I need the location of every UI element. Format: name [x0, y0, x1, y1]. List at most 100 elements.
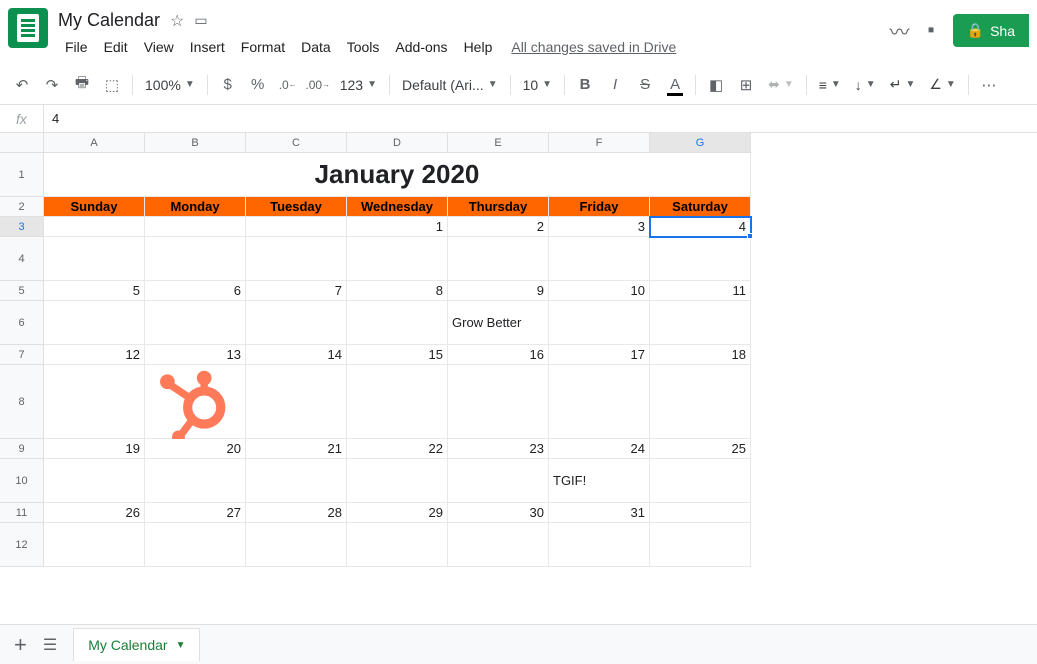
paint-format-button[interactable]: ⬚	[98, 71, 126, 99]
cell[interactable]	[44, 301, 145, 345]
date-cell[interactable]: 25	[650, 439, 751, 459]
date-cell[interactable]: 23	[448, 439, 549, 459]
date-cell[interactable]: 9	[448, 281, 549, 301]
menu-format[interactable]: Format	[234, 35, 292, 59]
date-cell[interactable]: 20	[145, 439, 246, 459]
undo-button[interactable]: ↶	[8, 71, 36, 99]
cell[interactable]	[44, 237, 145, 281]
row-header-5[interactable]: 5	[0, 281, 44, 301]
date-cell[interactable]: 22	[347, 439, 448, 459]
font-select[interactable]: Default (Ari...▼	[396, 71, 504, 99]
doc-title[interactable]: My Calendar	[58, 10, 160, 31]
date-cell[interactable]: 31	[549, 503, 650, 523]
add-sheet-button[interactable]: +	[14, 632, 27, 658]
date-cell[interactable]: 18	[650, 345, 751, 365]
more-button[interactable]: ⋯	[975, 71, 1003, 99]
redo-button[interactable]: ↷	[38, 71, 66, 99]
strikethrough-button[interactable]: S	[631, 71, 659, 99]
date-cell[interactable]: 27	[145, 503, 246, 523]
cell[interactable]	[44, 459, 145, 503]
date-cell[interactable]: 28	[246, 503, 347, 523]
cell[interactable]	[347, 459, 448, 503]
date-cell[interactable]	[44, 217, 145, 237]
cell[interactable]	[347, 237, 448, 281]
col-header-F[interactable]: F	[549, 133, 650, 153]
sheet-tab-active[interactable]: My Calendar ▼	[73, 628, 200, 661]
cell[interactable]	[246, 301, 347, 345]
day-header[interactable]: Thursday	[448, 197, 549, 217]
date-cell[interactable]: 8	[347, 281, 448, 301]
row-header-12[interactable]: 12	[0, 523, 44, 567]
date-cell[interactable]: 1	[347, 217, 448, 237]
cell[interactable]	[347, 523, 448, 567]
menu-edit[interactable]: Edit	[97, 35, 135, 59]
date-cell[interactable]: 26	[44, 503, 145, 523]
date-cell[interactable]	[246, 217, 347, 237]
v-align-button[interactable]: ↓▼	[849, 71, 882, 99]
row-header-7[interactable]: 7	[0, 345, 44, 365]
wrap-button[interactable]: ↵▼	[884, 71, 922, 99]
date-cell[interactable]: 3	[549, 217, 650, 237]
formula-input[interactable]: 4	[44, 111, 1037, 126]
cell[interactable]	[246, 365, 347, 439]
row-header-4[interactable]: 4	[0, 237, 44, 281]
cell[interactable]	[145, 459, 246, 503]
cell[interactable]	[549, 301, 650, 345]
col-header-A[interactable]: A	[44, 133, 145, 153]
star-icon[interactable]: ☆	[170, 11, 184, 31]
rotate-button[interactable]: ∠▼	[923, 71, 961, 99]
cell[interactable]	[145, 523, 246, 567]
date-cell[interactable]: 14	[246, 345, 347, 365]
cell[interactable]	[246, 237, 347, 281]
text-color-button[interactable]: A	[661, 71, 689, 99]
cell[interactable]	[549, 237, 650, 281]
date-cell[interactable]	[145, 217, 246, 237]
date-cell[interactable]: 29	[347, 503, 448, 523]
move-icon[interactable]: ▭	[194, 12, 207, 29]
cell[interactable]	[650, 523, 751, 567]
cell[interactable]	[145, 301, 246, 345]
col-header-D[interactable]: D	[347, 133, 448, 153]
date-cell[interactable]: 12	[44, 345, 145, 365]
day-header[interactable]: Wednesday	[347, 197, 448, 217]
row-header-1[interactable]: 1	[0, 153, 44, 197]
cell[interactable]	[448, 523, 549, 567]
cell[interactable]	[549, 523, 650, 567]
menu-data[interactable]: Data	[294, 35, 338, 59]
format-percent-button[interactable]: %	[244, 71, 272, 99]
day-header[interactable]: Tuesday	[246, 197, 347, 217]
day-header[interactable]: Saturday	[650, 197, 751, 217]
sheets-logo[interactable]	[8, 8, 48, 48]
cell[interactable]	[650, 301, 751, 345]
date-cell[interactable]: 6	[145, 281, 246, 301]
col-header-E[interactable]: E	[448, 133, 549, 153]
row-header-10[interactable]: 10	[0, 459, 44, 503]
comments-icon[interactable]: ▪	[928, 19, 935, 42]
row-header-3[interactable]: 3	[0, 217, 44, 237]
date-cell[interactable]: 19	[44, 439, 145, 459]
calendar-title[interactable]: January 2020	[44, 153, 751, 197]
zoom-select[interactable]: 100%▼	[139, 71, 201, 99]
date-cell[interactable]: 30	[448, 503, 549, 523]
menu-view[interactable]: View	[137, 35, 181, 59]
date-cell[interactable]: 16	[448, 345, 549, 365]
share-button[interactable]: 🔒 Sha	[953, 14, 1029, 47]
row-header-8[interactable]: 8	[0, 365, 44, 439]
fill-color-button[interactable]: ◧	[702, 71, 730, 99]
date-cell[interactable]: 11	[650, 281, 751, 301]
fx-label[interactable]: fx	[0, 105, 44, 132]
cell[interactable]	[650, 365, 751, 439]
event-cell[interactable]: TGIF!	[549, 459, 650, 503]
date-cell[interactable]: 2	[448, 217, 549, 237]
increase-decimal-button[interactable]: .00→	[304, 71, 332, 99]
cell[interactable]	[347, 301, 448, 345]
date-cell[interactable]: 21	[246, 439, 347, 459]
date-cell[interactable]: 4	[650, 217, 751, 237]
cell[interactable]	[448, 459, 549, 503]
day-header[interactable]: Sunday	[44, 197, 145, 217]
date-cell[interactable]: 15	[347, 345, 448, 365]
merge-button[interactable]: ⬌▼	[762, 71, 800, 99]
all-sheets-button[interactable]: ☰	[43, 635, 57, 655]
cell[interactable]	[650, 237, 751, 281]
day-header[interactable]: Monday	[145, 197, 246, 217]
